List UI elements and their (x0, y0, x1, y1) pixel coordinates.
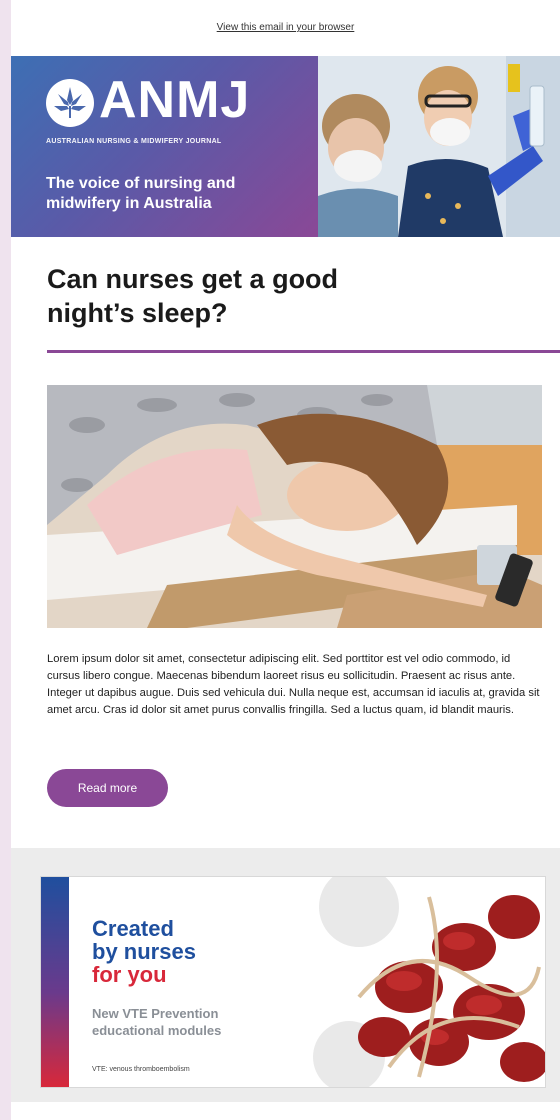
brand-tagline: The voice of nursing and midwifery in Au… (46, 175, 236, 212)
ad-title-line1: Created (92, 916, 174, 941)
logo-wordmark: ANMJ (99, 71, 251, 129)
ad-subtitle: New VTE Prevention educational modules (92, 1006, 222, 1038)
ad-color-stripe (41, 877, 69, 1087)
sleeping-nurse-photo (47, 385, 542, 628)
email-body: View this email in your browser ANMJ AUS… (11, 0, 560, 1120)
ad-title-line3: for you (92, 962, 167, 987)
ad-title: Created by nurses for you (92, 917, 196, 986)
header-banner: ANMJ AUSTRALIAN NURSING & MIDWIFERY JOUR… (11, 56, 560, 237)
ad-footnote: VTE: venous thromboembolism (92, 1066, 190, 1073)
logo-subtitle: AUSTRALIAN NURSING & MIDWIFERY JOURNAL (46, 138, 222, 145)
read-more-button[interactable]: Read more (47, 769, 168, 807)
brand-panel: ANMJ AUSTRALIAN NURSING & MIDWIFERY JOUR… (11, 56, 318, 237)
article-body: Lorem ipsum dolor sit amet, consectetur … (47, 653, 540, 716)
anmj-logo-icon (46, 79, 94, 127)
nurses-photo (318, 56, 560, 237)
article-headline: Can nurses get a good night’s sleep? (47, 264, 339, 328)
blood-cells-illustration (289, 877, 545, 1087)
view-in-browser-link[interactable]: View this email in your browser (11, 22, 560, 33)
headline-divider (47, 350, 560, 353)
vte-ad-banner[interactable]: Created by nurses for you New VTE Preven… (40, 876, 546, 1088)
ad-title-line2: by nurses (92, 939, 196, 964)
ad-section: Created by nurses for you New VTE Preven… (11, 848, 560, 1102)
